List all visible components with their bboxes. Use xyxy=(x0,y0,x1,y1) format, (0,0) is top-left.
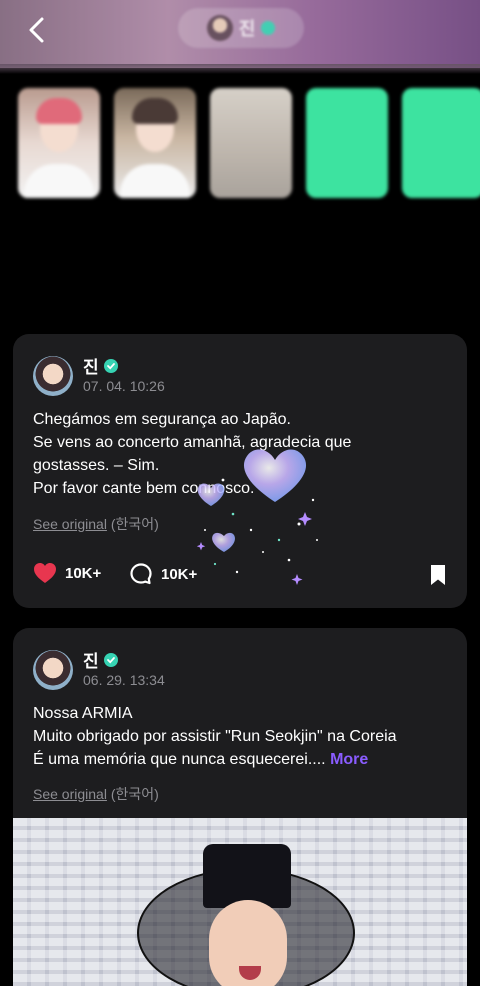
original-language: (한국어) xyxy=(110,516,159,532)
see-original-link[interactable]: See original xyxy=(33,786,107,802)
see-original-row: See original (한국어) xyxy=(33,514,159,534)
original-language: (한국어) xyxy=(110,786,159,802)
post-body: Nossa ARMIA Muito obrigado por assistir … xyxy=(33,702,453,771)
photo-hat-top xyxy=(203,844,291,908)
photo-shirt xyxy=(24,164,94,198)
author-label: 진 xyxy=(83,358,99,377)
like-count: 10K+ xyxy=(65,564,102,582)
post-actions: 10K+ 10K+ xyxy=(33,562,447,590)
verified-icon xyxy=(261,21,276,35)
verified-icon xyxy=(103,358,118,373)
comment-count: 10K+ xyxy=(161,565,198,583)
post-line: Muito obrigado por assistir "Run Seokjin… xyxy=(33,728,397,745)
author-label: 진 xyxy=(83,652,99,671)
artist-title-pill[interactable]: 진 xyxy=(178,8,304,48)
post-date: 06. 29. 13:34 xyxy=(83,672,165,688)
post-line-text: É uma memória que nunca esquecerei.... xyxy=(33,751,326,768)
comment-button[interactable]: 10K+ xyxy=(129,562,197,586)
top-bar: 진 xyxy=(0,0,480,74)
photo-hair xyxy=(132,98,178,124)
media-tile[interactable] xyxy=(114,88,196,198)
post-card[interactable]: 진 07. 04. 10:26 Chegámos em segurança ao… xyxy=(13,334,467,608)
comment-icon xyxy=(130,563,152,585)
see-original-link[interactable]: See original xyxy=(33,516,107,532)
post-line: Se vens ao concerto amanhã, agradecia qu… xyxy=(33,434,352,451)
photo-hair xyxy=(36,98,82,124)
post-date: 07. 04. 10:26 xyxy=(83,378,165,394)
media-tile[interactable] xyxy=(402,88,480,198)
artist-avatar xyxy=(206,15,233,41)
bookmark-icon[interactable] xyxy=(429,564,447,586)
avatar[interactable] xyxy=(33,650,73,690)
back-chevron-icon xyxy=(29,17,44,43)
see-original-row: See original (한국어) xyxy=(33,784,159,804)
post-line: Por favor cante bem connosco. xyxy=(33,480,255,497)
back-button[interactable] xyxy=(20,14,52,46)
heart-icon xyxy=(34,563,56,583)
post-card[interactable]: 진 06. 29. 13:34 Nossa ARMIA Muito obriga… xyxy=(13,628,467,986)
post-line: É uma memória que nunca esquecerei.... M… xyxy=(33,748,453,771)
post-photo[interactable] xyxy=(13,818,467,986)
page-title: 진 xyxy=(238,19,256,39)
avatar[interactable] xyxy=(33,356,73,396)
more-link[interactable]: More xyxy=(330,751,368,768)
photo-shirt xyxy=(120,164,190,198)
post-line: gostasses. – Sim. xyxy=(33,457,160,474)
media-tile[interactable] xyxy=(18,88,100,198)
post-line: Chegámos em segurança ao Japão. xyxy=(33,411,291,428)
post-body: Chegámos em segurança ao Japão. Se vens … xyxy=(33,408,453,500)
author-name[interactable]: 진 xyxy=(83,353,118,378)
verified-icon xyxy=(103,652,118,667)
media-tile[interactable] xyxy=(306,88,388,198)
post-line: Nossa ARMIA xyxy=(33,705,133,722)
media-strip xyxy=(18,88,480,200)
media-tile[interactable] xyxy=(210,88,292,198)
author-name[interactable]: 진 xyxy=(83,647,118,672)
like-button[interactable]: 10K+ xyxy=(33,562,101,584)
